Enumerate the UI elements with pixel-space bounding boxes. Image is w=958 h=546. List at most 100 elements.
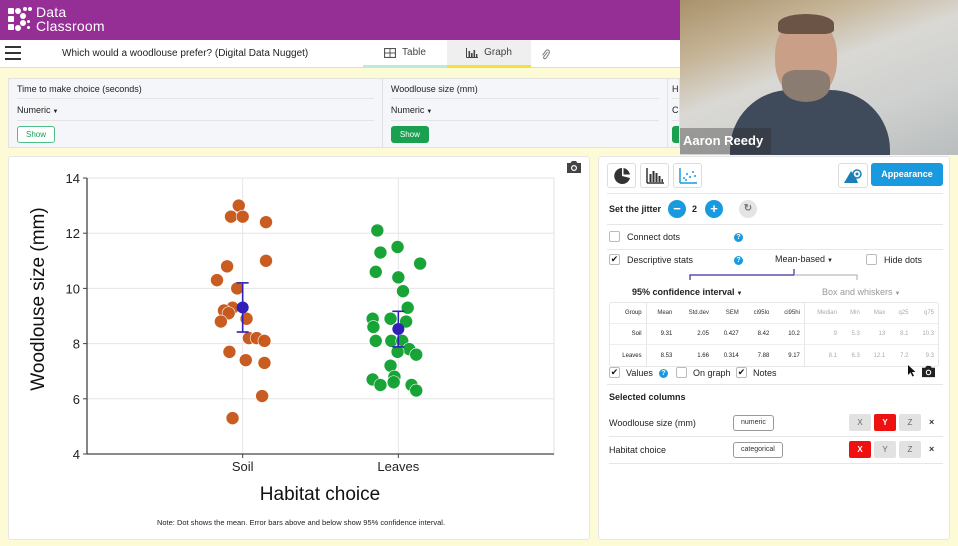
variable-type-dropdown[interactable]: Numeric ▼: [390, 99, 660, 121]
hide-dots-label: Hide dots: [884, 255, 923, 265]
chart-note: Note: Dot shows the mean. Error bars abo…: [157, 518, 445, 527]
show-button[interactable]: Show: [390, 126, 429, 143]
table-icon: [384, 47, 397, 58]
x-tick-label: Soil: [232, 459, 254, 474]
stats-cell: 9.17: [788, 352, 800, 359]
interval-dropdown[interactable]: 95% confidence interval ▼: [632, 287, 743, 297]
logo-icon: [8, 6, 34, 32]
jitter-decrease-button[interactable]: −: [668, 200, 686, 218]
stats-table-header: Group Mean Std.dev SEM ci95lo ci95hi Median Min…: [610, 303, 938, 324]
axis-z-button[interactable]: Z: [899, 414, 921, 431]
stats-cell: Soil: [610, 324, 647, 345]
descriptive-stats-label: Descriptive stats: [627, 255, 694, 265]
participant-name: Aaron Reedy: [680, 128, 772, 154]
variable-type-dropdown[interactable]: C: [672, 99, 680, 121]
divider: [607, 384, 943, 385]
dot-plot-chart: 468101214Soil Leaves Woodlouse size (mm) …: [28, 171, 555, 527]
axis-y-button[interactable]: Y: [874, 441, 896, 458]
camera-icon[interactable]: [921, 365, 936, 378]
tab-graph[interactable]: Graph: [447, 40, 531, 68]
data-point-leaves: [390, 240, 405, 254]
tab-table[interactable]: Table: [363, 40, 447, 68]
dot-plot-button[interactable]: [673, 163, 702, 188]
show-button[interactable]: Show: [17, 126, 55, 143]
logo-text-line2: Classroom: [36, 18, 105, 34]
data-point-soil: [210, 273, 224, 287]
refresh-jitter-button[interactable]: ↻: [739, 200, 757, 218]
appearance-button[interactable]: Appearance: [871, 163, 943, 186]
pie-chart-button[interactable]: [607, 163, 636, 188]
mean-marker: [392, 322, 405, 335]
y-tick-label: 10: [66, 281, 80, 296]
remove-column-icon[interactable]: ×: [929, 417, 934, 427]
stats-cell: 13: [863, 324, 890, 345]
stats-cell: 8.42: [742, 324, 774, 345]
interval-value: 95% confidence interval: [632, 287, 735, 297]
connect-dots-checkbox[interactable]: [609, 231, 620, 242]
column-name: Habitat choice: [609, 445, 667, 455]
tab-graph-label: Graph: [484, 47, 512, 58]
variable-type-dropdown[interactable]: Numeric ▼: [17, 99, 374, 121]
notes-checkbox[interactable]: ✔: [736, 367, 747, 378]
hide-dots-checkbox[interactable]: [866, 254, 877, 265]
stats-cell: 10.3: [912, 324, 938, 345]
data-point-soil: [235, 209, 250, 224]
x-axis-label: Habitat choice: [260, 484, 380, 505]
column-type-badge: numeric: [733, 415, 774, 431]
box-whiskers-dropdown[interactable]: Box and whiskers ▼: [822, 287, 901, 297]
axis-z-button[interactable]: Z: [899, 441, 921, 458]
axis-x-button[interactable]: X: [849, 441, 871, 458]
stats-cell: 7.2: [900, 352, 909, 359]
stats-header-cell: Group: [610, 303, 647, 324]
variables-strip: Time to make choice (seconds) Numeric ▼ S…: [8, 78, 680, 148]
jitter-label: Set the jitter: [609, 204, 662, 214]
axis-x-button[interactable]: X: [849, 414, 871, 431]
stats-table-row: Soil 9.31 2.05 0.427 8.42 10.2 9 5.3 13 8.1 10.3: [610, 324, 938, 345]
stats-mode-value: Mean-based: [775, 254, 826, 264]
selected-columns-title: Selected columns: [609, 392, 686, 402]
variable-name: Time to make choice (seconds): [17, 79, 374, 99]
data-point-leaves: [413, 256, 427, 271]
stats-header-cell: ci95lo: [742, 303, 774, 324]
jitter-increase-button[interactable]: +: [705, 200, 723, 218]
on-graph-checkbox[interactable]: [676, 367, 687, 378]
tab-table-label: Table: [402, 47, 426, 58]
data-point-leaves: [386, 375, 401, 390]
data-classroom-logo[interactable]: Data Classroom: [8, 5, 105, 33]
data-point-leaves: [409, 383, 424, 398]
axis-y-button[interactable]: Y: [874, 414, 896, 431]
camera-icon[interactable]: [566, 160, 582, 174]
stats-header-cell: SEM: [712, 303, 743, 324]
help-icon[interactable]: ?: [734, 233, 743, 242]
theme-button[interactable]: [838, 163, 868, 188]
data-point-leaves: [391, 270, 406, 285]
data-point-leaves: [409, 347, 424, 362]
stats-table-row: Leaves 8.53 1.66 0.314 7.88 9.17 8.1 6.3 12.1 7.2…: [610, 345, 938, 366]
stats-cell: 8.53: [660, 352, 673, 359]
stats-header-cell: q75: [912, 303, 938, 324]
remove-column-icon[interactable]: ×: [929, 444, 934, 454]
mean-marker: [236, 301, 249, 314]
caret-down-icon: ▼: [894, 291, 901, 297]
variable-card: H C: [668, 79, 680, 147]
show-button[interactable]: [672, 126, 680, 143]
histogram-button[interactable]: [640, 163, 669, 188]
histogram-icon: [645, 167, 664, 184]
stats-mode-dropdown[interactable]: Mean-based ▼: [775, 254, 833, 264]
chart-panel: 4 6 8 10 12 14 Soil Leaves Woodlouse size (mm) …: [8, 156, 590, 540]
data-point-soil: [222, 345, 237, 359]
nav-bar: Which would a woodlouse prefer? (Digital…: [0, 40, 680, 68]
variable-type-value: Numeric: [17, 105, 51, 115]
help-icon[interactable]: ?: [659, 369, 668, 378]
descriptive-stats-checkbox[interactable]: ✔: [609, 254, 620, 265]
divider: [607, 193, 943, 194]
help-icon[interactable]: ?: [734, 256, 743, 265]
data-point-soil: [255, 389, 269, 403]
y-tick-label: 12: [66, 226, 80, 241]
values-checkbox[interactable]: ✔: [609, 367, 620, 378]
selected-column-row: Habitat choice categorical X Y Z ×: [609, 438, 943, 464]
hamburger-menu-icon[interactable]: [5, 46, 21, 60]
jitter-value: 2: [692, 204, 698, 214]
tab-attachments[interactable]: [531, 40, 559, 68]
stats-cell: 7.88: [757, 352, 770, 359]
